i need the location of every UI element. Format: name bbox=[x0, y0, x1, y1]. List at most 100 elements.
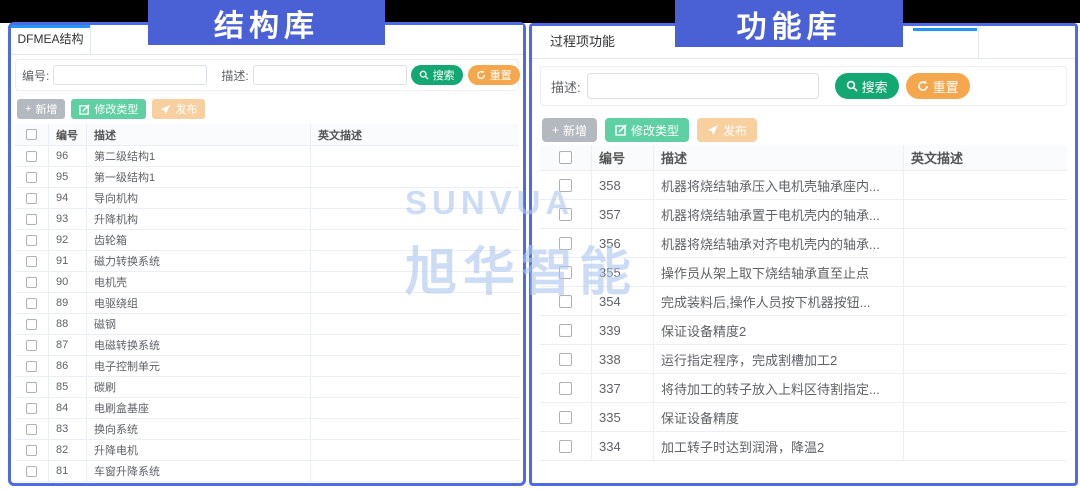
table-row[interactable]: 356机器将烧结轴承对齐电机壳内的轴承... bbox=[540, 229, 1067, 258]
publish-button[interactable]: 发布 bbox=[152, 99, 205, 119]
table-row[interactable]: 81车窗升降系统 bbox=[15, 461, 519, 482]
row-description: 磁钢 bbox=[87, 314, 311, 334]
row-checkbox[interactable] bbox=[559, 440, 572, 453]
reset-button[interactable]: 重置 bbox=[468, 65, 520, 85]
row-english-description bbox=[311, 377, 519, 397]
row-checkbox[interactable] bbox=[26, 298, 37, 309]
row-english-description bbox=[311, 188, 519, 208]
table-row[interactable]: 355操作员从架上取下烧结轴承直至止点 bbox=[540, 258, 1067, 287]
table-row[interactable]: 84电刷盒基座 bbox=[15, 398, 519, 419]
row-checkbox[interactable] bbox=[559, 382, 572, 395]
modify-type-label: 修改类型 bbox=[94, 101, 138, 117]
row-checkbox-cell bbox=[540, 229, 592, 257]
row-id: 83 bbox=[49, 419, 87, 439]
table-row[interactable]: 92齿轮箱 bbox=[15, 230, 519, 251]
table-row[interactable]: 93升降机构 bbox=[15, 209, 519, 230]
row-checkbox[interactable] bbox=[559, 179, 572, 192]
search-button[interactable]: 搜索 bbox=[835, 73, 899, 99]
row-checkbox[interactable] bbox=[559, 295, 572, 308]
row-checkbox-cell bbox=[15, 461, 49, 481]
table-row[interactable]: 94导向机构 bbox=[15, 188, 519, 209]
row-checkbox[interactable] bbox=[26, 403, 37, 414]
select-all-checkbox[interactable] bbox=[26, 129, 37, 140]
row-id: 94 bbox=[49, 188, 87, 208]
row-checkbox[interactable] bbox=[559, 237, 572, 250]
row-id: 335 bbox=[592, 403, 654, 431]
row-checkbox-cell bbox=[540, 258, 592, 286]
modify-type-button[interactable]: 修改类型 bbox=[605, 118, 689, 142]
id-search-input[interactable] bbox=[53, 65, 207, 85]
row-checkbox[interactable] bbox=[26, 277, 37, 288]
table-row[interactable]: 337将待加工的转子放入上料区待割指定... bbox=[540, 374, 1067, 403]
tab-dfmea-structure[interactable]: DFMEA结构 bbox=[11, 25, 91, 54]
row-checkbox-cell bbox=[15, 419, 49, 439]
row-id: 90 bbox=[49, 272, 87, 292]
function-library-panel: 过程项功能 描述: 搜索 重置 + 新增 修改类型 发布 bbox=[529, 23, 1078, 486]
table-row[interactable]: 358机器将烧结轴承压入电机壳轴承座内... bbox=[540, 171, 1067, 200]
reset-button-label: 重置 bbox=[490, 67, 512, 83]
table-row[interactable]: 88磁钢 bbox=[15, 314, 519, 335]
row-id: 91 bbox=[49, 251, 87, 271]
table-row[interactable]: 338运行指定程序，完成割槽加工2 bbox=[540, 345, 1067, 374]
row-checkbox[interactable] bbox=[26, 382, 37, 393]
row-checkbox[interactable] bbox=[559, 324, 572, 337]
table-row[interactable]: 95第一级结构1 bbox=[15, 167, 519, 188]
publish-button[interactable]: 发布 bbox=[697, 118, 757, 142]
row-checkbox[interactable] bbox=[559, 411, 572, 424]
modify-type-button[interactable]: 修改类型 bbox=[71, 99, 146, 119]
row-description: 操作员从架上取下烧结轴承直至止点 bbox=[654, 258, 904, 286]
table-row[interactable]: 86电子控制单元 bbox=[15, 356, 519, 377]
table-row[interactable]: 87电磁转换系统 bbox=[15, 335, 519, 356]
table-row[interactable]: 90电机壳 bbox=[15, 272, 519, 293]
table-row[interactable]: 83换向系统 bbox=[15, 419, 519, 440]
row-checkbox-cell bbox=[540, 374, 592, 402]
table-row[interactable]: 91磁力转换系统 bbox=[15, 251, 519, 272]
table-row[interactable]: 96第二级结构1 bbox=[15, 146, 519, 167]
table-row[interactable]: 335保证设备精度 bbox=[540, 403, 1067, 432]
desc-search-input[interactable] bbox=[253, 65, 407, 85]
table-row[interactable]: 89电驱绕组 bbox=[15, 293, 519, 314]
row-description: 磁力转换系统 bbox=[87, 251, 311, 271]
row-description: 第二级结构1 bbox=[87, 146, 311, 166]
table-row[interactable]: 354完成装料后,操作人员按下机器按钮... bbox=[540, 287, 1067, 316]
row-checkbox[interactable] bbox=[26, 235, 37, 246]
row-checkbox[interactable] bbox=[26, 466, 37, 477]
table-row[interactable]: 357机器将烧结轴承置于电机壳内的轴承... bbox=[540, 200, 1067, 229]
add-button[interactable]: + 新增 bbox=[542, 118, 597, 142]
tab-process-item-function[interactable]: 过程项功能 bbox=[532, 26, 615, 58]
search-button-label: 搜索 bbox=[862, 77, 888, 96]
row-checkbox[interactable] bbox=[26, 361, 37, 372]
table-row[interactable]: 334加工转子时达到润滑，降温2 bbox=[540, 432, 1067, 461]
edit-icon bbox=[79, 104, 90, 115]
row-checkbox[interactable] bbox=[26, 445, 37, 456]
row-checkbox[interactable] bbox=[26, 151, 37, 162]
row-english-description bbox=[311, 230, 519, 250]
row-checkbox-cell bbox=[540, 200, 592, 228]
row-checkbox-cell bbox=[15, 188, 49, 208]
row-checkbox[interactable] bbox=[559, 266, 572, 279]
row-checkbox[interactable] bbox=[26, 319, 37, 330]
row-description: 完成装料后,操作人员按下机器按钮... bbox=[654, 287, 904, 315]
row-checkbox[interactable] bbox=[26, 214, 37, 225]
add-button-label: 新增 bbox=[35, 101, 57, 117]
row-checkbox[interactable] bbox=[26, 193, 37, 204]
table-row[interactable]: 85碳刷 bbox=[15, 377, 519, 398]
reset-button[interactable]: 重置 bbox=[906, 73, 970, 99]
row-checkbox[interactable] bbox=[26, 424, 37, 435]
row-id: 84 bbox=[49, 398, 87, 418]
row-checkbox[interactable] bbox=[26, 172, 37, 183]
select-all-checkbox[interactable] bbox=[559, 151, 572, 164]
publish-button-label: 发布 bbox=[723, 122, 747, 139]
search-button[interactable]: 搜索 bbox=[411, 65, 463, 85]
row-checkbox[interactable] bbox=[26, 340, 37, 351]
add-button[interactable]: + 新增 bbox=[17, 99, 65, 119]
row-checkbox[interactable] bbox=[26, 256, 37, 267]
row-checkbox[interactable] bbox=[559, 353, 572, 366]
desc-search-input[interactable] bbox=[587, 73, 819, 99]
table-row[interactable]: 82升降电机 bbox=[15, 440, 519, 461]
row-checkbox[interactable] bbox=[559, 208, 572, 221]
table-row[interactable]: 339保证设备精度2 bbox=[540, 316, 1067, 345]
row-description: 车窗升降系统 bbox=[87, 461, 311, 481]
row-id: 338 bbox=[592, 345, 654, 373]
search-icon bbox=[419, 70, 429, 80]
